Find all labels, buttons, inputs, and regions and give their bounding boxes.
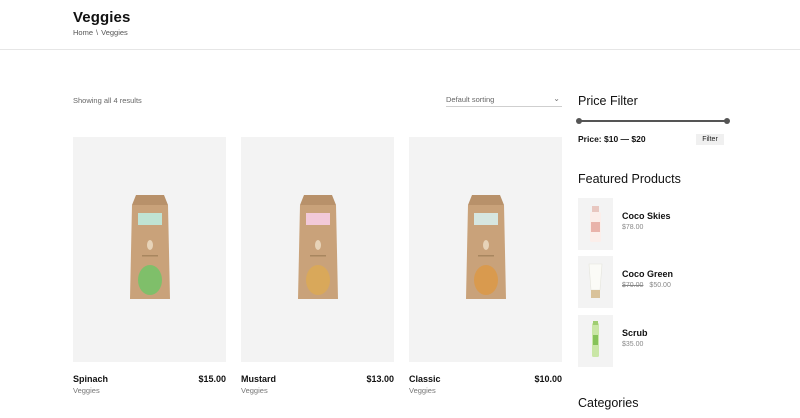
breadcrumb-home-link[interactable]: Home [73, 28, 93, 37]
product-card[interactable]: Spinach $15.00 Veggies [73, 137, 226, 395]
product-image[interactable] [409, 137, 562, 362]
chevron-down-icon: ⌄ [553, 94, 560, 103]
product-price: $15.00 [198, 374, 226, 384]
featured-product-name[interactable]: Scrub [622, 328, 648, 338]
featured-product-price: $70.00 $50.00 [622, 282, 671, 289]
featured-product-item[interactable]: Coco Green $70.00 $50.00 [578, 256, 738, 308]
sorting-selected-value: Default sorting [446, 95, 495, 104]
price-slider-max-handle[interactable] [724, 118, 730, 124]
featured-product-item[interactable]: Coco Skies $78.00 [578, 198, 738, 250]
product-card[interactable]: Classic $10.00 Veggies [409, 137, 562, 395]
featured-product-thumbnail[interactable] [578, 198, 613, 250]
serum-bottle-image [590, 206, 601, 242]
product-category[interactable]: Veggies [73, 386, 100, 395]
seed-bag-image [298, 195, 338, 299]
featured-product-current-price: $35.00 [622, 341, 644, 348]
product-category[interactable]: Veggies [241, 386, 268, 395]
seed-bag-image [466, 195, 506, 299]
breadcrumb-separator: \ [96, 28, 99, 37]
price-range-label: Price: $10 — $20 [578, 134, 646, 144]
featured-product-price: $35.00 [622, 341, 643, 348]
breadcrumb-current: Veggies [101, 28, 128, 37]
scrub-tube-image [592, 321, 599, 357]
result-count: Showing all 4 results [73, 96, 142, 105]
featured-product-item[interactable]: Scrub $35.00 [578, 315, 738, 367]
product-image[interactable] [73, 137, 226, 362]
product-name[interactable]: Mustard [241, 374, 276, 384]
featured-products-title: Featured Products [578, 172, 681, 186]
featured-product-name[interactable]: Coco Skies [622, 211, 671, 221]
product-name[interactable]: Classic [409, 374, 441, 384]
product-price: $10.00 [534, 374, 562, 384]
breadcrumb: Home \ Veggies [73, 28, 128, 37]
cream-tube-image [588, 263, 603, 298]
product-image[interactable] [241, 137, 394, 362]
product-category[interactable]: Veggies [409, 386, 436, 395]
page-title: Veggies [73, 9, 131, 26]
product-price: $13.00 [366, 374, 394, 384]
product-name[interactable]: Spinach [73, 374, 108, 384]
price-slider-track[interactable] [578, 120, 728, 122]
featured-product-price: $78.00 [622, 224, 643, 231]
categories-title: Categories [578, 396, 639, 410]
product-card[interactable]: Mustard $13.00 Veggies [241, 137, 394, 395]
price-slider-min-handle[interactable] [576, 118, 582, 124]
featured-product-old-price: $70.00 [622, 282, 644, 289]
filter-button[interactable]: Filter [696, 134, 724, 145]
seed-bag-image [130, 195, 170, 299]
price-filter-title: Price Filter [578, 94, 638, 108]
featured-product-current-price: $78.00 [622, 224, 644, 231]
page-header: Veggies Home \ Veggies [0, 0, 800, 50]
featured-product-name[interactable]: Coco Green [622, 269, 673, 279]
featured-product-current-price: $50.00 [649, 282, 671, 289]
featured-product-thumbnail[interactable] [578, 315, 613, 367]
featured-product-thumbnail[interactable] [578, 256, 613, 308]
sorting-select[interactable]: Default sorting ⌄ [446, 94, 562, 107]
